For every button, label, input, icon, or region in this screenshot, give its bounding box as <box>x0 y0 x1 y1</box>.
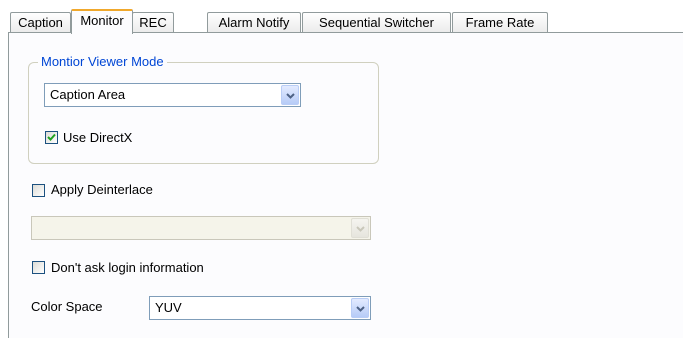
color-space-select[interactable]: YUV <box>149 296 371 320</box>
dropdown-button[interactable] <box>351 298 369 318</box>
tab-frame-rate[interactable]: Frame Rate <box>452 12 548 32</box>
use-directx-checkbox[interactable] <box>45 131 58 144</box>
tab-sequential-switcher[interactable]: Sequential Switcher <box>302 12 451 32</box>
apply-deinterlace-label: Apply Deinterlace <box>51 182 153 197</box>
chevron-down-icon <box>356 226 365 232</box>
chevron-down-icon <box>286 93 295 99</box>
apply-deinterlace-checkbox[interactable] <box>32 184 45 197</box>
use-directx-label: Use DirectX <box>63 130 133 145</box>
chevron-down-icon <box>356 306 365 312</box>
tab-alarm-notify[interactable]: Alarm Notify <box>207 12 301 32</box>
dont-ask-login-label: Don't ask login information <box>51 260 204 275</box>
color-space-label: Color Space <box>31 299 103 314</box>
checkmark-icon <box>47 133 56 141</box>
monitor-viewer-mode-group <box>28 62 379 164</box>
group-title: Montior Viewer Mode <box>38 54 167 70</box>
tab-caption[interactable]: Caption <box>10 12 71 32</box>
viewer-mode-value: Caption Area <box>50 87 126 102</box>
dropdown-button-disabled <box>351 218 369 238</box>
deinterlace-select <box>31 216 371 240</box>
color-space-value: YUV <box>155 300 182 315</box>
dont-ask-login-checkbox[interactable] <box>32 261 45 274</box>
dropdown-button[interactable] <box>281 85 299 105</box>
tab-monitor[interactable]: Monitor <box>71 9 133 34</box>
tab-rec[interactable]: REC <box>132 12 174 32</box>
viewer-mode-select[interactable]: Caption Area <box>44 83 301 107</box>
tab-strip: Caption Monitor REC Alarm Notify Sequent… <box>8 9 683 34</box>
